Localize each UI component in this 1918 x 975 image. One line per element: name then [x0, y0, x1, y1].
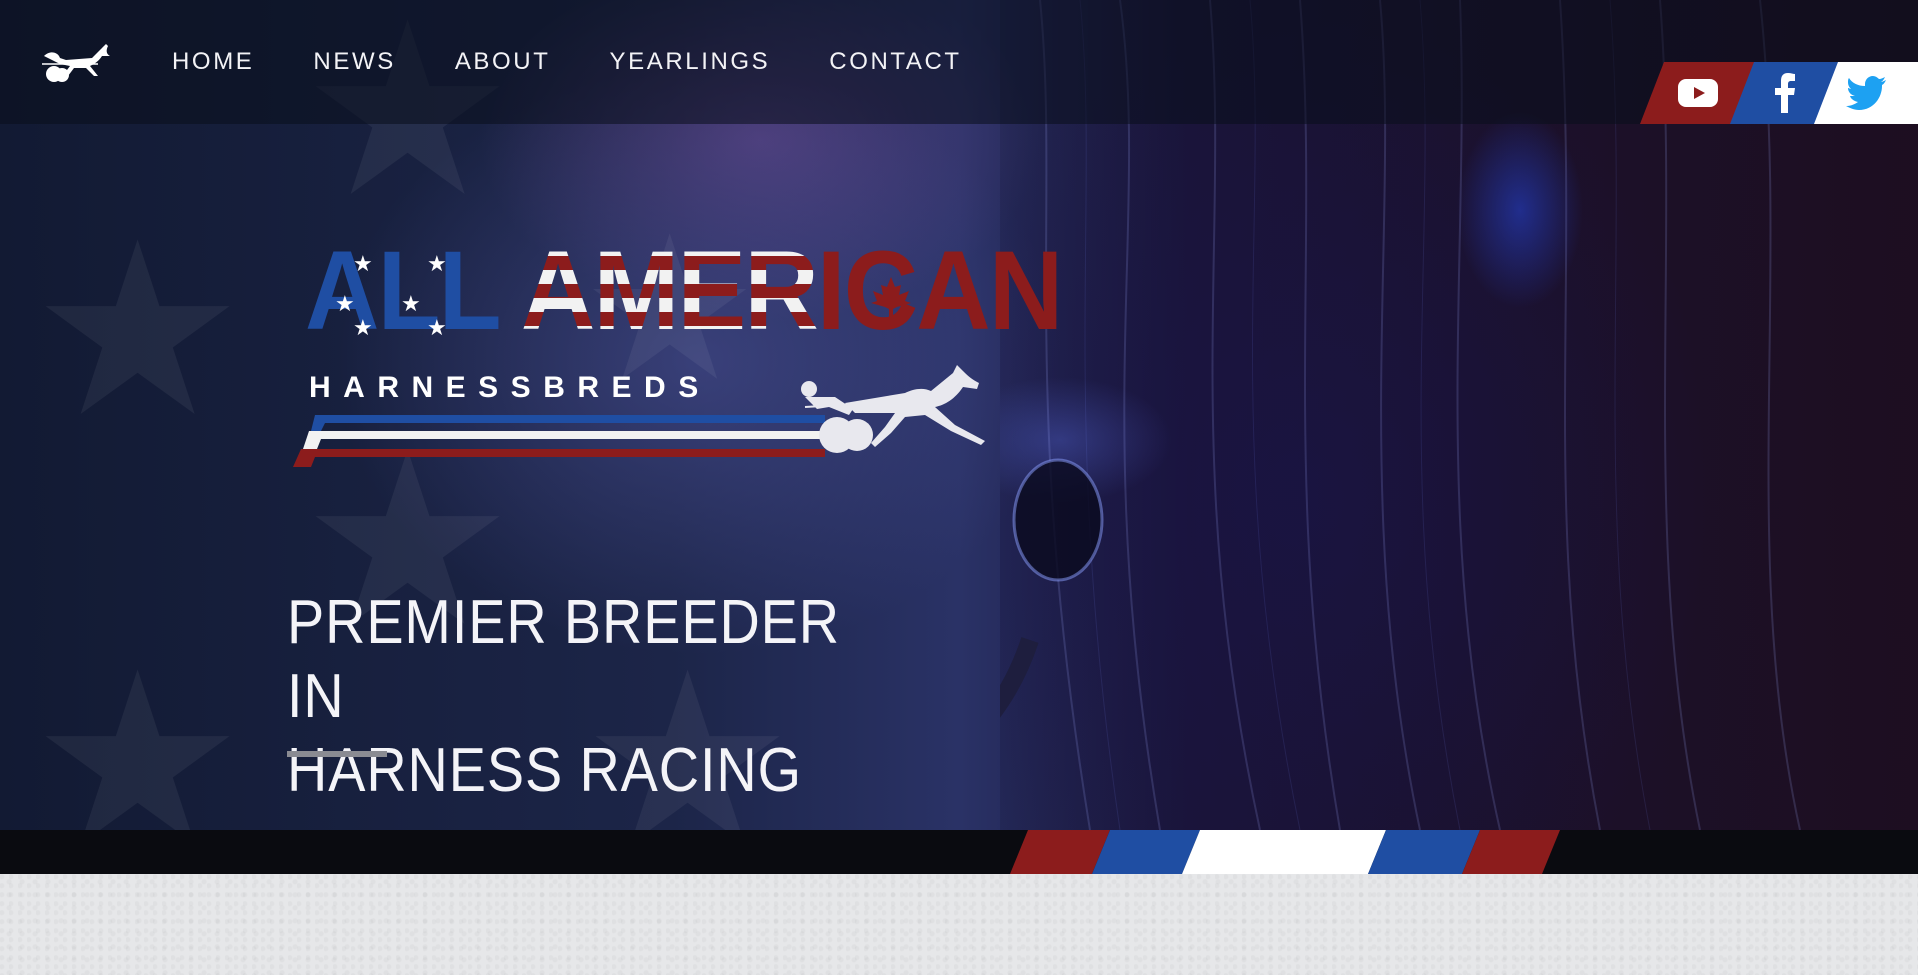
nav-link-news[interactable]: NEWS: [313, 48, 395, 76]
nav-link-home[interactable]: HOME: [172, 48, 254, 76]
svg-text:★: ★: [335, 292, 355, 317]
background-star: ★: [30, 190, 246, 470]
top-navigation: HOME NEWS ABOUT YEARLINGS CONTACT: [0, 0, 1918, 124]
maple-leaf-icon: [871, 277, 911, 317]
hero-headline-line2: HARNESS RACING: [287, 736, 802, 805]
brand-subtitle: HARNESSBREDS: [309, 371, 711, 404]
facebook-icon: [1775, 73, 1795, 113]
harness-sulky-icon[interactable]: [40, 42, 116, 86]
hero-headline-line1: PREMIER BREEDER IN: [287, 588, 841, 731]
nav-link-about[interactable]: ABOUT: [455, 48, 551, 76]
twitter-button[interactable]: [1814, 62, 1918, 124]
svg-text:★: ★: [353, 252, 373, 277]
twitter-icon: [1846, 76, 1886, 110]
stripe-divider-bar: [0, 830, 1918, 874]
headline-underline: [287, 751, 387, 757]
brand-logo: ALL AMERICAN ★ ★ ★ ★ ★ ★ HARNESSBREDS: [285, 235, 1063, 475]
nav-link-contact[interactable]: CONTACT: [829, 48, 961, 76]
svg-text:★: ★: [401, 292, 421, 317]
youtube-icon: [1678, 79, 1718, 107]
social-links: [1640, 62, 1918, 124]
hero-section: ★ ★ ★ ★ ★ ★ HOME NEWS ABOUT YEARLINGS CO…: [0, 0, 1918, 830]
horse-mane-texture: [1000, 0, 1801, 830]
content-section-background: [0, 874, 1918, 975]
star-decor-icon: ★ ★ ★ ★ ★ ★: [335, 252, 447, 339]
svg-text:★: ★: [427, 316, 447, 339]
background-star: ★: [30, 620, 246, 830]
nav-menu: HOME NEWS ABOUT YEARLINGS CONTACT: [172, 48, 1021, 76]
harness-racer-icon: [801, 365, 985, 453]
brand-title-ican: ICAN: [816, 228, 1063, 353]
hero-headline: PREMIER BREEDER IN HARNESS RACING: [287, 586, 845, 808]
brand-title-amer: AMER: [520, 228, 819, 353]
svg-text:★: ★: [353, 316, 373, 339]
flag-stripes: [1010, 830, 1560, 874]
brand-stripes: [293, 415, 825, 467]
svg-text:★: ★: [427, 252, 447, 277]
nav-link-yearlings[interactable]: YEARLINGS: [610, 48, 771, 76]
